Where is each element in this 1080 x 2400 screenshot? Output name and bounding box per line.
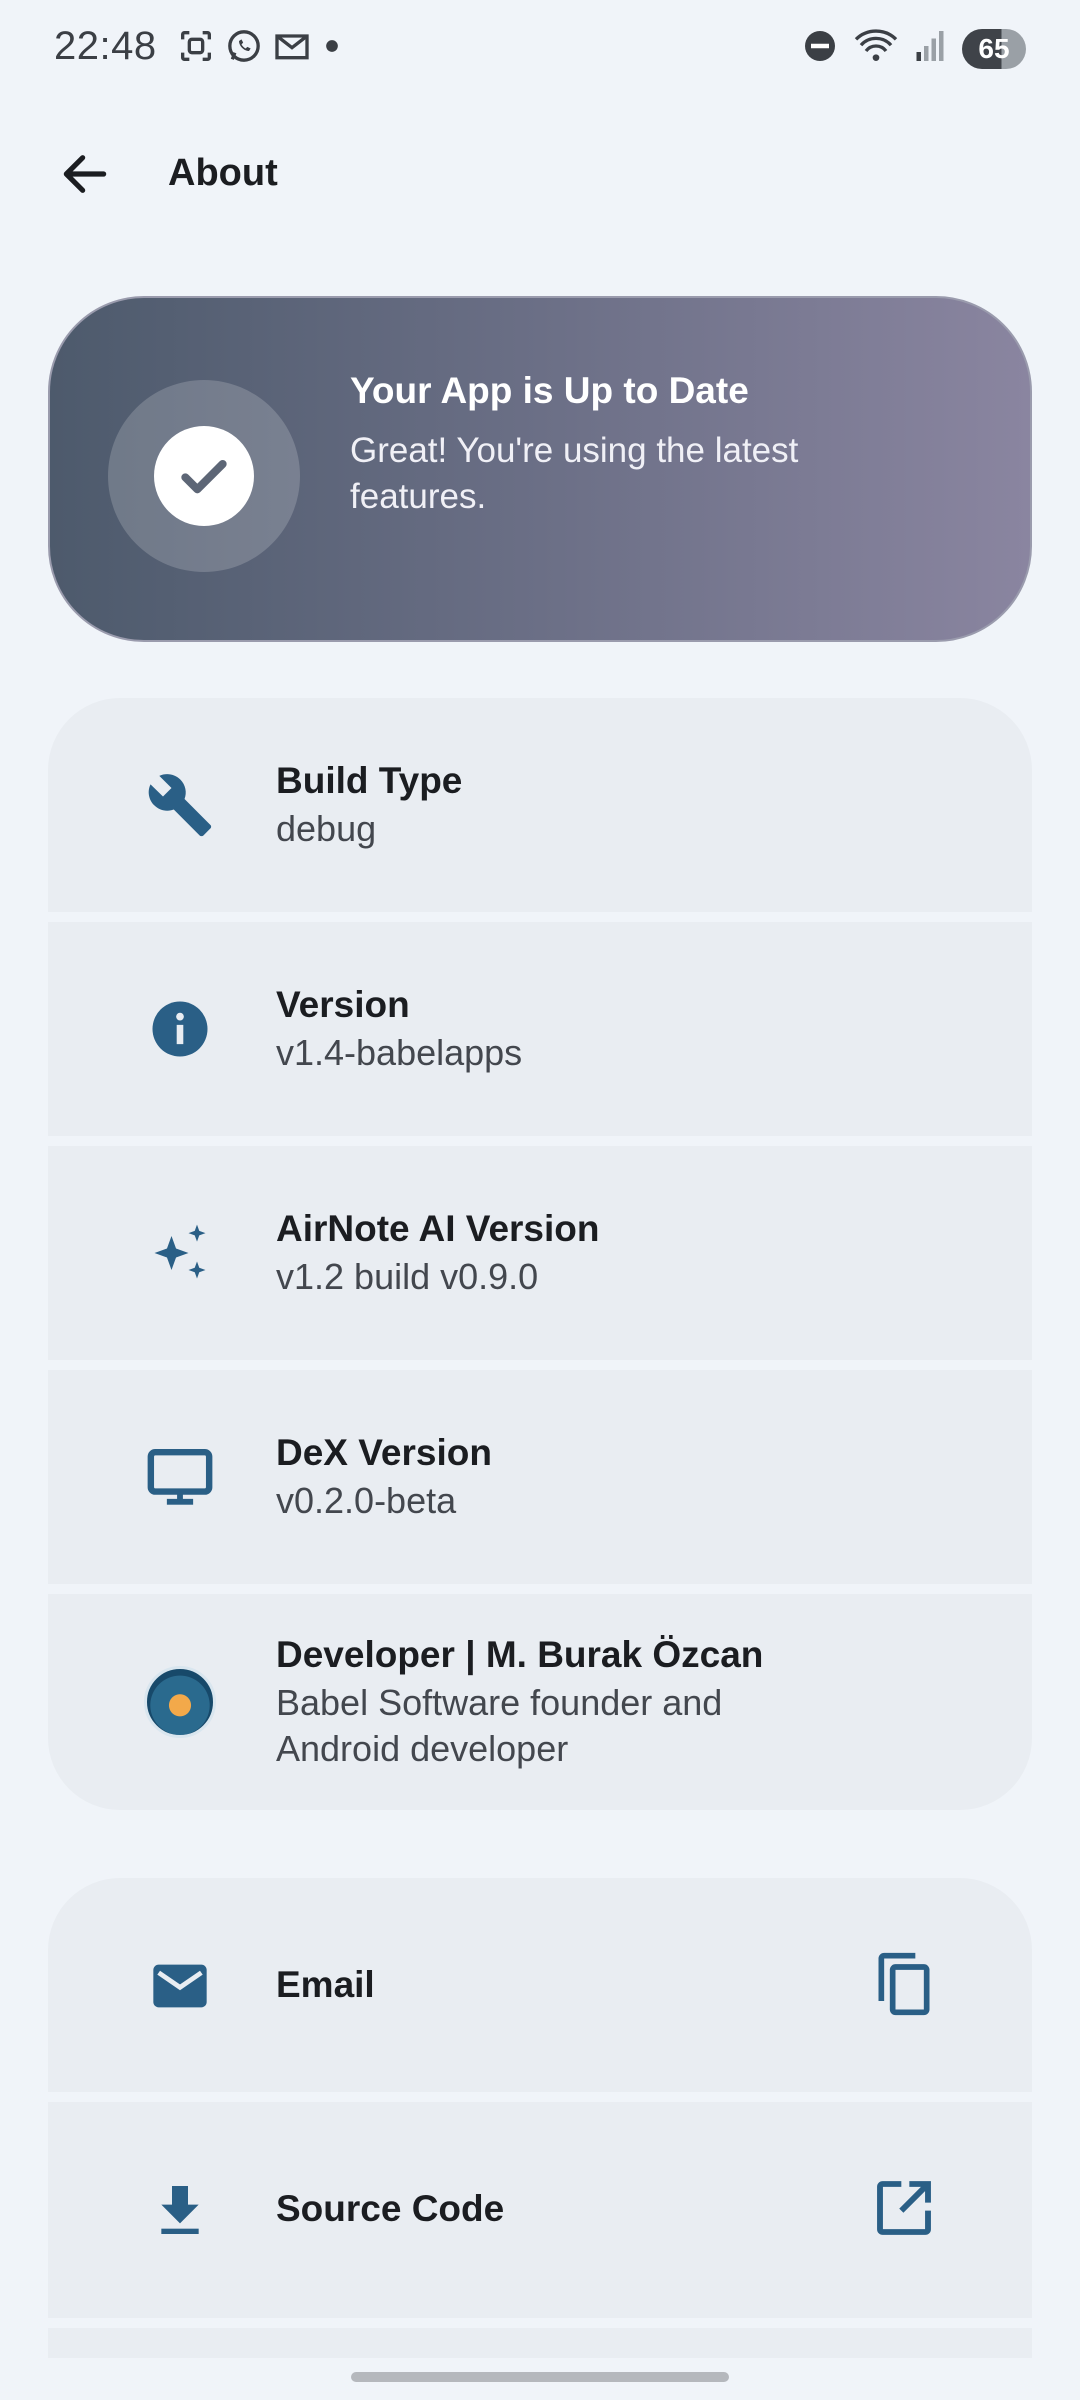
wifi-icon xyxy=(854,26,898,71)
open-external-button[interactable] xyxy=(866,2172,942,2248)
system-icons: 65 xyxy=(802,26,1026,71)
info-item-airnote-ai-version[interactable]: AirNote AI Version v1.2 build v0.9.0 xyxy=(48,1146,1032,1360)
info-item-label: AirNote AI Version xyxy=(276,1208,600,1249)
copy-icon xyxy=(870,1950,938,2023)
info-item-label: Build Type xyxy=(276,760,463,801)
info-item-value: v1.4-babelapps xyxy=(276,1032,523,1073)
back-button[interactable] xyxy=(44,140,126,212)
update-status-icon-container xyxy=(108,380,300,572)
info-item-label: DeX Version xyxy=(276,1432,492,1473)
link-item-partial xyxy=(48,2328,1032,2358)
info-item-value: Babel Software founder and Android devel… xyxy=(276,1682,723,1769)
link-item-label: Email xyxy=(276,1964,375,2005)
app-info-list: Build Type debug Version v1.4-babelapps … xyxy=(48,698,1032,1810)
download-icon xyxy=(144,2174,216,2246)
status-bar: 22:48 65 xyxy=(0,0,1080,96)
update-status-subtitle: Great! You're using the latest features. xyxy=(350,431,799,516)
dot-icon xyxy=(320,26,344,66)
home-indicator[interactable] xyxy=(351,2372,729,2382)
avatar xyxy=(144,1666,216,1738)
whatsapp-icon xyxy=(224,26,264,66)
status-time: 22:48 xyxy=(54,24,157,68)
sparkles-icon xyxy=(144,1217,216,1289)
do-not-disturb-icon xyxy=(802,28,838,69)
info-item-value: v0.2.0-beta xyxy=(276,1480,457,1521)
info-item-dex-version[interactable]: DeX Version v0.2.0-beta xyxy=(48,1370,1032,1584)
update-status-title: Your App is Up to Date xyxy=(350,370,749,411)
info-item-build-type[interactable]: Build Type debug xyxy=(48,698,1032,912)
wrench-icon xyxy=(144,769,216,841)
info-item-developer[interactable]: Developer | M. Burak Özcan Babel Softwar… xyxy=(48,1594,1032,1810)
monitor-icon xyxy=(144,1441,216,1513)
info-item-label: Version xyxy=(276,984,410,1025)
page-title: About xyxy=(168,152,278,194)
link-item-label: Source Code xyxy=(276,2188,505,2229)
open-external-icon xyxy=(872,2176,936,2245)
info-item-version[interactable]: Version v1.4-babelapps xyxy=(48,922,1032,1136)
copy-button[interactable] xyxy=(866,1948,942,2024)
app-bar: About xyxy=(0,120,1080,230)
notification-icons xyxy=(176,26,344,66)
arrow-back-icon xyxy=(57,146,113,207)
info-item-label: Developer | M. Burak Özcan xyxy=(276,1634,764,1675)
info-icon xyxy=(144,993,216,1065)
link-item-source-code[interactable]: Source Code xyxy=(48,2102,1032,2318)
battery-icon: 65 xyxy=(962,28,1026,69)
email-icon xyxy=(144,1950,216,2022)
developer-avatar-image xyxy=(144,1666,216,1738)
links-list: Email Source Code xyxy=(48,1878,1032,2358)
gmail-icon xyxy=(272,26,312,66)
signal-icon xyxy=(914,28,946,69)
screenshot-icon xyxy=(176,26,216,66)
info-item-value: v1.2 build v0.9.0 xyxy=(276,1256,539,1297)
check-circle-icon xyxy=(154,426,254,526)
link-item-email[interactable]: Email xyxy=(48,1878,1032,2092)
info-item-value: debug xyxy=(276,808,377,849)
update-status-banner: Your App is Up to Date Great! You're usi… xyxy=(48,296,1032,642)
